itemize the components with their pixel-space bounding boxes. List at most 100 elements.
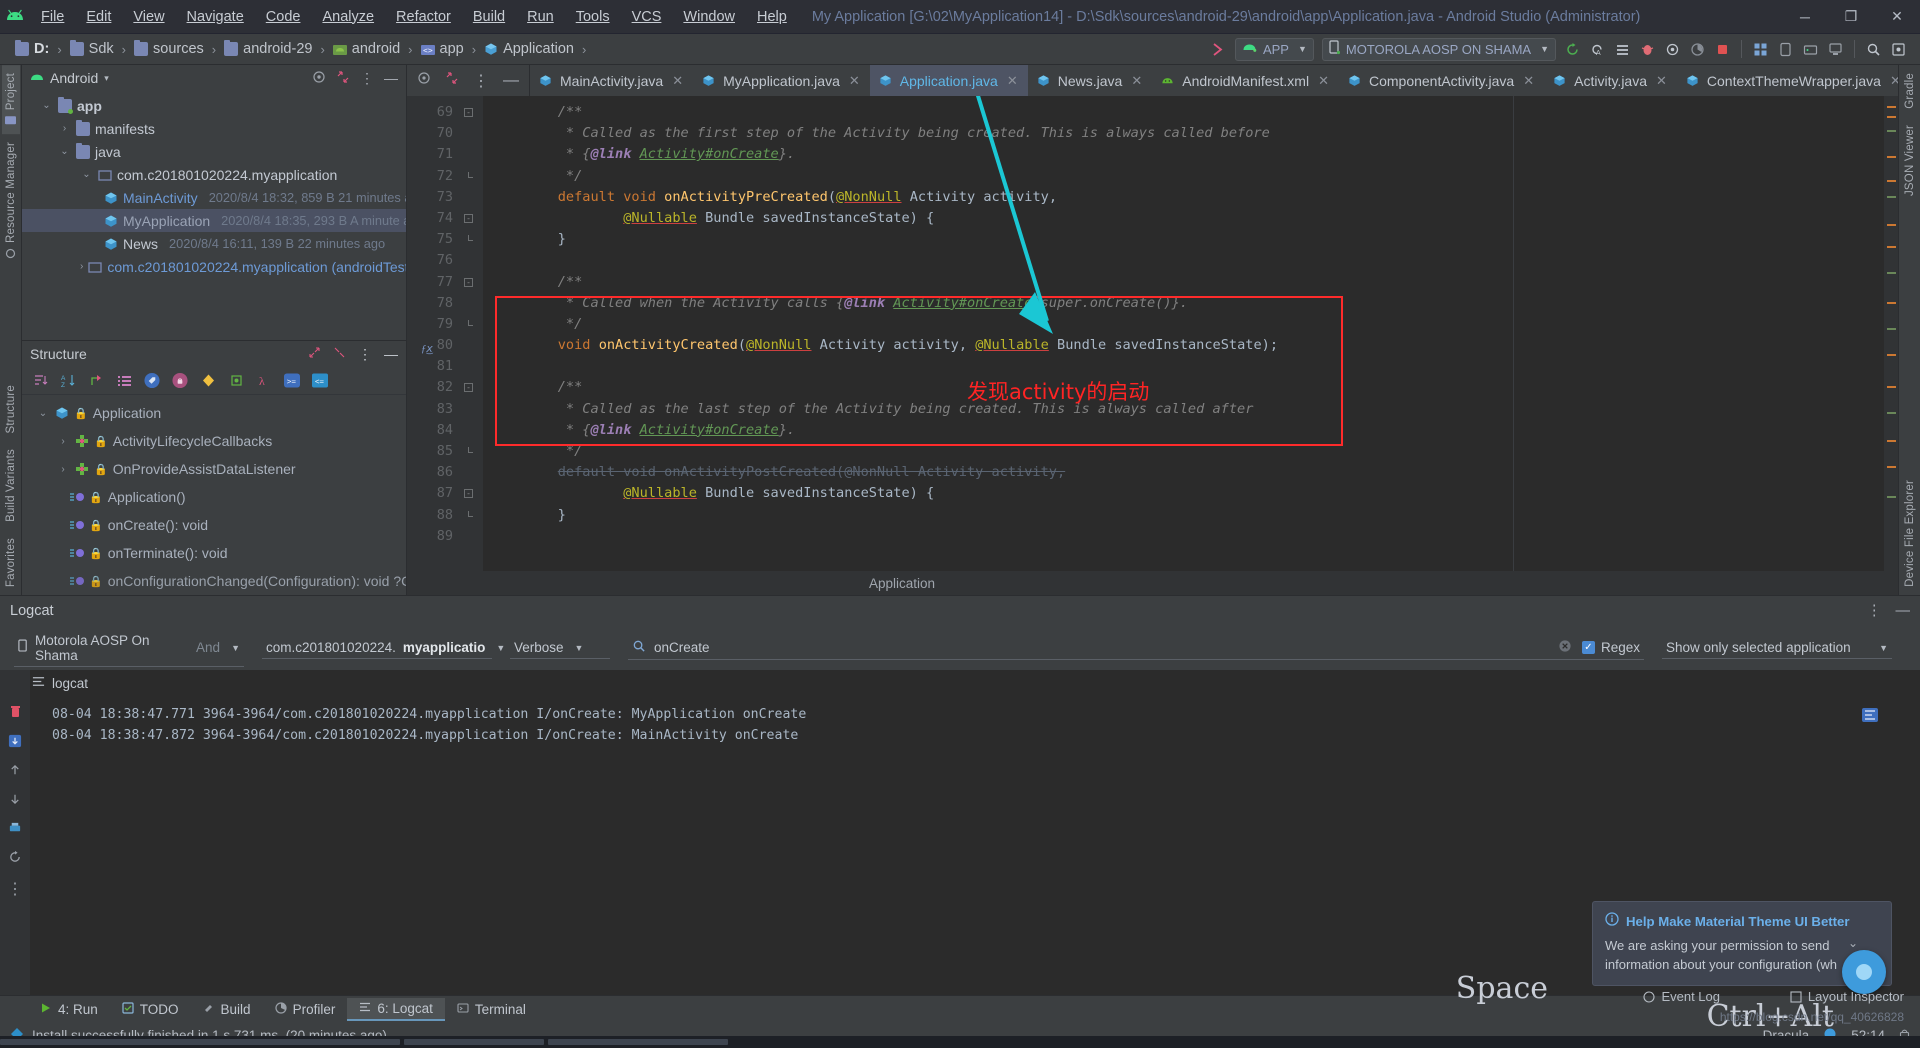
- show-non-public-icon[interactable]: [172, 372, 188, 389]
- logcat-level-selector[interactable]: Verbose ▼: [510, 637, 610, 659]
- breadcrumb-item-android[interactable]: android: [330, 39, 403, 59]
- code-line[interactable]: * {@link Activity#onCreate}.: [483, 420, 1884, 441]
- code-line[interactable]: * Called when the Activity calls {@link …: [483, 293, 1884, 314]
- collapse-all-icon[interactable]: [445, 71, 459, 90]
- code-editor[interactable]: 69- 70 71 72 73 74-75 76 77-78 79 80 ƒ͜x 81 82- 83 84 8…: [407, 96, 1898, 571]
- menu-run[interactable]: Run: [516, 5, 565, 29]
- menu-analyze[interactable]: Analyze: [311, 5, 385, 29]
- sidebar-item-structure[interactable]: Structure: [2, 377, 20, 441]
- tool-tab-logcat[interactable]: 6: Logcat: [347, 997, 445, 1021]
- sort-by-visibility-icon[interactable]: [32, 373, 48, 389]
- structure-row-application[interactable]: ⌄ 🔒 Application: [22, 399, 406, 427]
- code-line[interactable]: }: [483, 229, 1884, 250]
- code-line[interactable]: @Nullable Bundle savedInstanceState) {: [483, 208, 1884, 229]
- clear-search-icon[interactable]: [1558, 639, 1572, 656]
- show-anonymous-icon[interactable]: [228, 373, 244, 389]
- tool-tab-terminal[interactable]: Terminal: [445, 999, 538, 1020]
- collapse-all-icon[interactable]: <=: [312, 373, 328, 389]
- project-panel-title-group[interactable]: Android ▾: [30, 70, 109, 86]
- chevron-down-icon[interactable]: ⌄: [36, 408, 50, 419]
- tool-tab-profiler[interactable]: Profiler: [263, 999, 348, 1020]
- sidebar-item-favorites[interactable]: Favorites: [2, 530, 20, 595]
- tab-activity-java[interactable]: Activity.java ✕: [1544, 65, 1677, 96]
- tab-androidmanifest-xml[interactable]: AndroidManifest.xml ✕: [1152, 65, 1339, 96]
- tab-componentactivity-java[interactable]: ComponentActivity.java ✕: [1339, 65, 1544, 96]
- breadcrumb-item-android29[interactable]: android-29: [221, 39, 315, 59]
- hide-panel-icon[interactable]: —: [384, 70, 398, 86]
- attach-debugger-icon[interactable]: [1661, 38, 1684, 61]
- layout-inspector-label[interactable]: Layout Inspector: [1790, 989, 1904, 1004]
- more-options-icon[interactable]: ⋮: [360, 70, 374, 87]
- chevron-right-icon[interactable]: ›: [80, 261, 83, 272]
- close-icon[interactable]: ✕: [1890, 73, 1898, 89]
- menu-navigate[interactable]: Navigate: [176, 5, 255, 29]
- code-line[interactable]: */: [483, 314, 1884, 335]
- tool-tab-todo[interactable]: TODO: [110, 999, 191, 1020]
- regex-checkbox[interactable]: ✓: [1581, 641, 1595, 654]
- menu-window[interactable]: Window: [672, 5, 746, 29]
- menu-vcs[interactable]: VCS: [621, 5, 673, 29]
- fold-toggle-icon[interactable]: -: [464, 213, 473, 223]
- sort-alphabetically-icon[interactable]: AZ: [60, 373, 76, 389]
- sidebar-item-json-viewer[interactable]: JSON Viewer: [1901, 117, 1919, 204]
- code-line[interactable]: @Nullable Bundle savedInstanceState) {: [483, 483, 1884, 504]
- menu-view[interactable]: View: [122, 5, 175, 29]
- taskbar-item[interactable]: [548, 1039, 728, 1045]
- chevron-down-icon[interactable]: ▼: [575, 643, 584, 653]
- more-options-icon[interactable]: ⋮: [473, 71, 489, 91]
- close-icon[interactable]: ✕: [672, 73, 683, 89]
- close-icon[interactable]: ✕: [1007, 73, 1018, 89]
- code-line[interactable]: * {@link Activity#onCreate}.: [483, 144, 1884, 165]
- avd-manager-icon[interactable]: A: [1586, 38, 1609, 61]
- collapse-all-icon[interactable]: [336, 70, 350, 87]
- tab-application-java[interactable]: Application.java ✕: [869, 65, 1028, 96]
- menu-file[interactable]: File: [30, 5, 75, 29]
- structure-row-application-ctor[interactable]: 🔒 Application(): [22, 483, 406, 511]
- sidebar-item-resource-manager[interactable]: Resource Manager: [2, 134, 20, 267]
- tree-row-androidtest[interactable]: › com.c201801020224.myapplication (andro…: [22, 255, 406, 278]
- down-arrow-icon[interactable]: [8, 792, 22, 811]
- code-line[interactable]: */: [483, 166, 1884, 187]
- error-stripe-minimap[interactable]: [1884, 96, 1898, 571]
- notification-expand-icon[interactable]: ⌄: [1848, 936, 1858, 950]
- locate-file-icon[interactable]: [417, 71, 431, 90]
- structure-row-onconfigurationchanged[interactable]: 🔒 onConfigurationChanged(Configuration):…: [22, 567, 406, 595]
- structure-row-onprovideassistdatalistener[interactable]: › 🔒 OnProvideAssistDataListener: [22, 455, 406, 483]
- more-options-icon[interactable]: ⋮: [7, 879, 23, 899]
- sidebar-item-project[interactable]: Project: [1, 65, 20, 135]
- chevron-down-icon[interactable]: ⌄: [40, 100, 53, 111]
- show-lambdas-icon[interactable]: λ: [256, 373, 272, 389]
- event-log-label[interactable]: Event Log: [1643, 989, 1720, 1004]
- code-line[interactable]: [483, 356, 1884, 377]
- avd-icon[interactable]: [1774, 38, 1797, 61]
- chevron-down-icon[interactable]: ▼: [1879, 643, 1888, 653]
- project-tree[interactable]: ⌄ app › manifests ⌄ java ⌄ com.c20180102…: [22, 91, 406, 340]
- run-configuration-selector[interactable]: APP ▼: [1234, 37, 1314, 61]
- sdk-icon[interactable]: [1799, 38, 1822, 61]
- chevron-right-icon[interactable]: ›: [58, 123, 71, 134]
- profiler-icon[interactable]: [1686, 38, 1709, 61]
- maximize-button[interactable]: ❐: [1828, 0, 1874, 34]
- code-line[interactable]: [483, 250, 1884, 271]
- tree-row-app[interactable]: ⌄ app: [22, 94, 406, 117]
- minimize-button[interactable]: ─: [1782, 0, 1828, 34]
- bug-icon[interactable]: [1636, 38, 1659, 61]
- structure-tree[interactable]: ⌄ 🔒 Application › 🔒 ActivityLifecycleCal…: [22, 395, 406, 595]
- logcat-scope-selector[interactable]: Show only selected application ▼: [1662, 637, 1892, 659]
- tab-mainactivity-java[interactable]: MainActivity.java ✕: [530, 65, 693, 96]
- menu-code[interactable]: Code: [255, 5, 312, 29]
- regex-checkbox-group[interactable]: ✓ Regex: [1581, 640, 1640, 655]
- fold-toggle-icon[interactable]: -: [464, 277, 473, 287]
- expand-list-icon[interactable]: [116, 373, 132, 389]
- fold-toggle-icon[interactable]: -: [464, 383, 473, 393]
- breadcrumb-item-drive[interactable]: D:: [12, 39, 52, 59]
- tree-row-package[interactable]: ⌄ com.c201801020224.myapplication: [22, 163, 406, 186]
- logcat-process-selector[interactable]: com.c201801020224. myapplicatio ▼: [262, 637, 505, 659]
- settings-gear-icon[interactable]: [1887, 38, 1910, 61]
- breadcrumb-item-app[interactable]: <> app: [418, 39, 467, 59]
- sdk-manager-icon[interactable]: [1611, 38, 1634, 61]
- show-properties-icon[interactable]: [200, 373, 216, 389]
- tab-news-java[interactable]: News.java ✕: [1028, 65, 1153, 96]
- tree-row-myapplication[interactable]: MyApplication 2020/8/4 18:35, 293 B A mi…: [22, 209, 406, 232]
- hide-panel-icon[interactable]: —: [503, 72, 519, 90]
